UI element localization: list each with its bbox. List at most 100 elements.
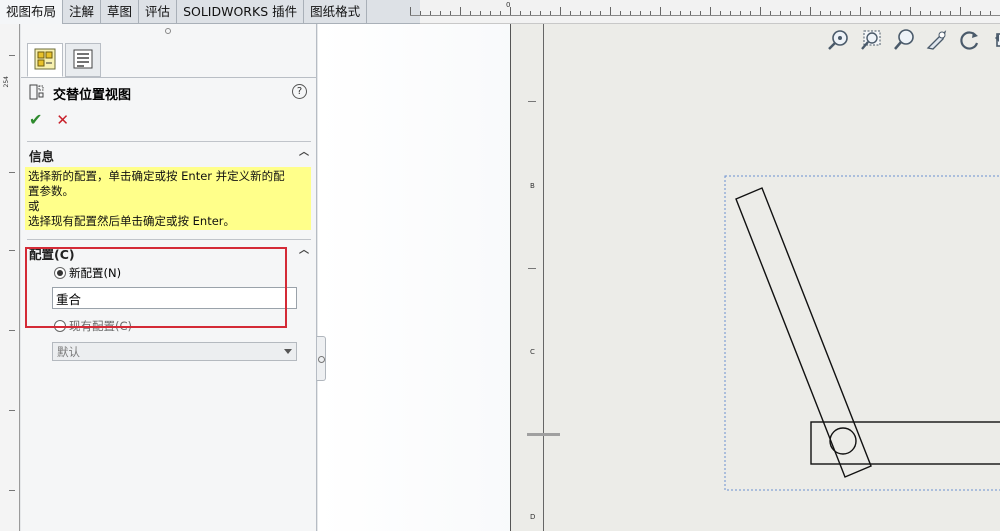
ruler-tick xyxy=(820,11,821,15)
rotate-icon[interactable] xyxy=(957,27,983,53)
panel-collapse-handle[interactable] xyxy=(317,336,326,381)
ruler-tick xyxy=(590,11,591,15)
ruler-tick xyxy=(9,410,15,411)
ruler-tick xyxy=(600,11,601,15)
info-line: 或 xyxy=(28,199,40,213)
tab-separator xyxy=(21,77,317,78)
ruler-tick xyxy=(9,250,15,251)
ok-cancel-row: ✔ ✕ xyxy=(29,112,69,129)
info-group-title: 信息 xyxy=(29,149,55,164)
sheet-border xyxy=(543,24,544,531)
ruler-tick xyxy=(540,11,541,15)
ruler-tick xyxy=(9,172,15,173)
ruler-tick xyxy=(670,11,671,15)
tab-view-layout[interactable]: 视图布局 xyxy=(0,0,64,24)
top-ruler: 0 xyxy=(410,1,1000,16)
zone-label-b: B xyxy=(530,182,535,190)
ruler-tick xyxy=(710,7,711,15)
ruler-tick xyxy=(770,11,771,15)
ruler-tick xyxy=(650,11,651,15)
chevron-down-icon xyxy=(284,349,292,354)
previous-view-icon[interactable] xyxy=(990,27,1000,53)
ruler-tick xyxy=(840,11,841,15)
close-icon[interactable]: ✕ xyxy=(56,112,69,128)
ruler-tick xyxy=(860,7,861,15)
ruler-tick xyxy=(800,11,801,15)
ruler-tick xyxy=(890,11,891,15)
info-message: 选择新的配置，单击确定或按 Enter 并定义新的配 置参数。 或 选择现有配置… xyxy=(25,167,311,230)
ruler-tick xyxy=(940,11,941,15)
ruler-tick xyxy=(700,11,701,15)
sheet-divider xyxy=(527,433,560,436)
existing-config-value: 默认 xyxy=(57,345,80,359)
ruler-tick xyxy=(760,7,761,15)
ruler-tick xyxy=(430,11,431,15)
ruler-tick xyxy=(550,11,551,15)
tab-sketch[interactable]: 草图 xyxy=(101,0,140,24)
ruler-tick xyxy=(410,7,411,15)
ruler-tick xyxy=(620,11,621,15)
info-group-header[interactable]: 信息 ︿ xyxy=(29,146,311,164)
ruler-tick xyxy=(450,11,451,15)
ruler-tick xyxy=(530,11,531,15)
ruler-tick xyxy=(9,55,15,56)
ruler-tick xyxy=(460,7,461,15)
ruler-tick xyxy=(950,11,951,15)
ruler-tick xyxy=(580,11,581,15)
ruler-tick xyxy=(520,11,521,15)
zoom-to-area-icon[interactable] xyxy=(858,27,884,53)
zone-label-d: D xyxy=(530,513,536,521)
ruler-tick xyxy=(680,11,681,15)
zoom-to-fit-icon[interactable] xyxy=(825,27,851,53)
tab-solidworks-addins[interactable]: SOLIDWORKS 插件 xyxy=(177,0,305,24)
ruler-tick xyxy=(510,7,511,15)
chevron-up-icon[interactable]: ︿ xyxy=(297,244,311,258)
configuration-manager-tab[interactable] xyxy=(65,43,101,77)
drawing-sheet[interactable] xyxy=(510,24,1000,531)
zone-tick xyxy=(528,101,536,102)
ruler-tick xyxy=(810,7,811,15)
pan-icon[interactable] xyxy=(924,27,950,53)
info-line: 选择现有配置然后单击确定或按 Enter。 xyxy=(28,214,236,228)
help-icon[interactable]: ? xyxy=(292,84,307,99)
ruler-tick xyxy=(720,11,721,15)
ruler-tick xyxy=(920,11,921,15)
ruler-tick xyxy=(930,11,931,15)
group-divider xyxy=(27,141,311,142)
ruler-tick xyxy=(440,11,441,15)
ruler-tick xyxy=(750,11,751,15)
tab-evaluate[interactable]: 评估 xyxy=(139,0,178,24)
ruler-tick xyxy=(730,11,731,15)
ruler-tick xyxy=(640,11,641,15)
ruler-tick xyxy=(870,11,871,15)
chevron-up-icon[interactable]: ︿ xyxy=(297,146,311,160)
ruler-tick xyxy=(910,7,911,15)
panel-resize-grip[interactable] xyxy=(165,28,171,34)
ruler-tick xyxy=(900,11,901,15)
ruler-tick xyxy=(690,11,691,15)
ruler-tick xyxy=(740,11,741,15)
ruler-tick xyxy=(500,11,501,15)
ruler-tick xyxy=(780,11,781,15)
checkmark-icon[interactable]: ✔ xyxy=(29,112,42,128)
ruler-tick xyxy=(980,11,981,15)
property-manager-tab[interactable] xyxy=(27,43,63,77)
annotation-highlight-box xyxy=(25,247,287,328)
group-divider xyxy=(27,239,311,240)
left-ruler-label: 254 xyxy=(3,76,10,88)
ruler-tick xyxy=(630,11,631,15)
existing-config-dropdown[interactable]: 默认 xyxy=(52,342,297,361)
property-manager-title: 交替位置视图 xyxy=(53,87,132,103)
ruler-tick xyxy=(660,7,661,15)
ruler-tick xyxy=(560,7,561,15)
configuration-manager-icon xyxy=(72,48,94,73)
ruler-tick xyxy=(570,11,571,15)
tab-annotation[interactable]: 注解 xyxy=(63,0,102,24)
property-manager-header: 交替位置视图 ? xyxy=(29,82,311,104)
ruler-tick xyxy=(790,11,791,15)
ruler-tick xyxy=(9,490,15,491)
tab-sheet-format[interactable]: 图纸格式 xyxy=(304,0,368,24)
ruler-tick xyxy=(490,11,491,15)
ruler-tick xyxy=(990,11,991,15)
zoom-in-out-icon[interactable] xyxy=(891,27,917,53)
